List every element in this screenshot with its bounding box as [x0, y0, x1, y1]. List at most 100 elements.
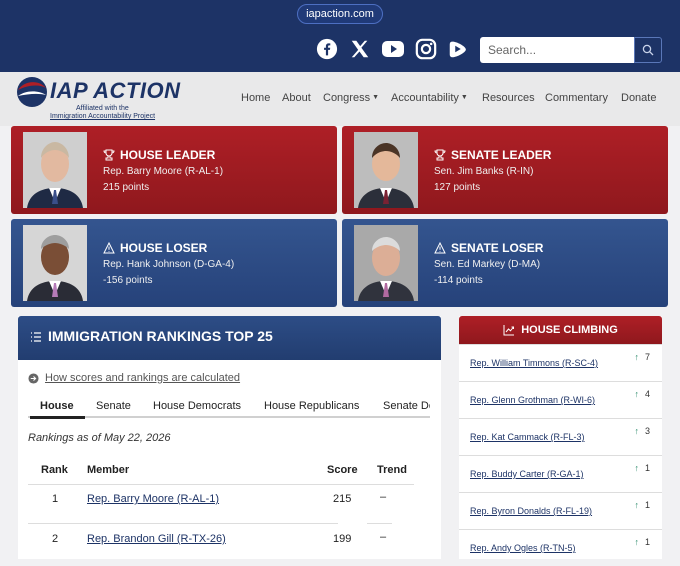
rankings-as-of: Rankings as of May 22, 2026	[28, 432, 171, 444]
card-member: Sen. Ed Markey (D-MA)	[434, 259, 541, 270]
youtube-icon[interactable]	[381, 37, 405, 61]
climbing-member-link[interactable]: Rep. Kat Cammack (R-FL-3)	[470, 432, 585, 442]
nav-home[interactable]: Home	[241, 92, 270, 104]
caret-down-icon: ▼	[460, 94, 468, 101]
card-title: SENATE LOSER	[434, 241, 543, 255]
search-button[interactable]	[634, 37, 662, 63]
list-item: Rep. William Timmons (R-SC-4) ↑ 7	[459, 344, 662, 381]
active-tab-indicator	[30, 416, 85, 419]
brand-name[interactable]: IAP ACTION	[50, 78, 180, 104]
tab-senate[interactable]: Senate	[96, 400, 131, 412]
house-climbing-header: HOUSE CLIMBING	[459, 316, 662, 344]
climbing-change: ↑ 7	[634, 352, 650, 362]
arrow-up-icon: ↑	[634, 463, 639, 473]
divider	[28, 523, 338, 524]
row-trend: –	[380, 491, 387, 503]
avatar	[23, 225, 87, 301]
rankings-tabs: House Senate House Democrats House Repub…	[28, 400, 430, 418]
nav-resources[interactable]: Resources	[482, 92, 535, 104]
nav-accountability[interactable]: Accountability ▼	[391, 92, 468, 104]
card-points: 215 points	[103, 182, 150, 193]
nav-congress[interactable]: Congress ▼	[323, 92, 379, 104]
top-bar: iapaction.com	[0, 0, 680, 72]
warning-icon	[434, 242, 446, 254]
arrow-right-circle-icon	[28, 372, 39, 384]
row-trend: –	[380, 531, 387, 543]
list-item: Rep. Byron Donalds (R-FL-19) ↑ 1	[459, 492, 662, 529]
howto-link[interactable]: How scores and rankings are calculated	[28, 372, 240, 384]
brand-org-link[interactable]: Immigration Accountability Project	[50, 113, 155, 120]
arrow-up-icon: ↑	[634, 352, 639, 362]
rankings-panel: IMMIGRATION RANKINGS TOP 25 How scores a…	[18, 316, 441, 559]
climbing-member-link[interactable]: Rep. Glenn Grothman (R-WI-6)	[470, 395, 595, 405]
facebook-icon[interactable]	[315, 37, 339, 61]
list-item: Rep. Kat Cammack (R-FL-3) ↑ 3	[459, 418, 662, 455]
climbing-change: ↑ 1	[634, 463, 650, 473]
nav-about[interactable]: About	[282, 92, 311, 104]
card-member: Rep. Barry Moore (R-AL-1)	[103, 166, 224, 177]
row-member-link[interactable]: Rep. Brandon Gill (R-TX-26)	[87, 533, 226, 545]
divider	[28, 484, 414, 485]
row-rank: 2	[52, 533, 59, 545]
caret-down-icon: ▼	[372, 94, 380, 101]
climbing-change: ↑ 1	[634, 537, 650, 547]
chart-up-icon	[503, 325, 515, 336]
arrow-up-icon: ↑	[634, 426, 639, 436]
main-nav: IAP ACTION Affiliated with the Immigrati…	[0, 72, 680, 126]
rankings-title: IMMIGRATION RANKINGS TOP 25	[48, 328, 273, 344]
card-title: HOUSE LEADER	[103, 148, 215, 162]
instagram-icon[interactable]	[414, 37, 438, 61]
trophy-icon	[434, 149, 446, 161]
house-leader-card[interactable]: HOUSE LEADER Rep. Barry Moore (R-AL-1) 2…	[11, 126, 337, 214]
card-points: -156 points	[103, 275, 153, 286]
card-title: HOUSE LOSER	[103, 241, 207, 255]
tab-house-republicans[interactable]: House Republicans	[264, 400, 359, 412]
climbing-change: ↑ 4	[634, 389, 650, 399]
climbing-change: ↑ 1	[634, 500, 650, 510]
column-header-member: Member	[87, 464, 130, 476]
arrow-up-icon: ↑	[634, 500, 639, 510]
brand-affiliated: Affiliated with the	[76, 105, 129, 112]
card-title: SENATE LEADER	[434, 148, 551, 162]
row-rank: 1	[52, 493, 59, 505]
logo-icon[interactable]	[16, 76, 48, 108]
column-header-rank: Rank	[41, 464, 68, 476]
column-header-trend: Trend	[377, 464, 407, 476]
list-item: Rep. Glenn Grothman (R-WI-6) ↑ 4	[459, 381, 662, 418]
senate-loser-card[interactable]: SENATE LOSER Sen. Ed Markey (D-MA) -114 …	[342, 219, 668, 307]
list-icon	[31, 332, 41, 342]
rumble-icon[interactable]	[446, 37, 470, 61]
row-member-link[interactable]: Rep. Barry Moore (R-AL-1)	[87, 493, 219, 505]
warning-icon	[103, 242, 115, 254]
climbing-change: ↑ 3	[634, 426, 650, 436]
climbing-member-link[interactable]: Rep. Byron Donalds (R-FL-19)	[470, 506, 592, 516]
card-points: -114 points	[434, 275, 483, 286]
arrow-up-icon: ↑	[634, 389, 639, 399]
search-icon	[642, 44, 654, 56]
climbing-member-link[interactable]: Rep. Buddy Carter (R-GA-1)	[470, 469, 584, 479]
arrow-up-icon: ↑	[634, 537, 639, 547]
senate-leader-card[interactable]: SENATE LEADER Sen. Jim Banks (R-IN) 127 …	[342, 126, 668, 214]
avatar	[354, 132, 418, 208]
trophy-icon	[103, 149, 115, 161]
tab-house[interactable]: House	[40, 400, 74, 412]
tab-senate-democrats[interactable]: Senate De	[383, 400, 430, 412]
card-member: Sen. Jim Banks (R-IN)	[434, 166, 534, 177]
column-header-score: Score	[327, 464, 358, 476]
avatar	[354, 225, 418, 301]
list-item: Rep. Andy Ogles (R-TN-5) ↑ 1	[459, 529, 662, 566]
list-item: Rep. Buddy Carter (R-GA-1) ↑ 1	[459, 455, 662, 492]
avatar	[23, 132, 87, 208]
tab-house-democrats[interactable]: House Democrats	[153, 400, 241, 412]
house-loser-card[interactable]: HOUSE LOSER Rep. Hank Johnson (D-GA-4) -…	[11, 219, 337, 307]
nav-donate[interactable]: Donate	[621, 92, 656, 104]
climbing-member-link[interactable]: Rep. Andy Ogles (R-TN-5)	[470, 543, 576, 553]
rankings-header: IMMIGRATION RANKINGS TOP 25	[18, 316, 441, 360]
x-icon[interactable]	[348, 37, 372, 61]
row-score: 199	[333, 533, 352, 545]
search-input[interactable]	[480, 37, 634, 63]
url-pill[interactable]: iapaction.com	[297, 4, 383, 24]
climbing-member-link[interactable]: Rep. William Timmons (R-SC-4)	[470, 358, 598, 368]
nav-commentary[interactable]: Commentary	[545, 92, 608, 104]
card-points: 127 points	[434, 182, 481, 193]
